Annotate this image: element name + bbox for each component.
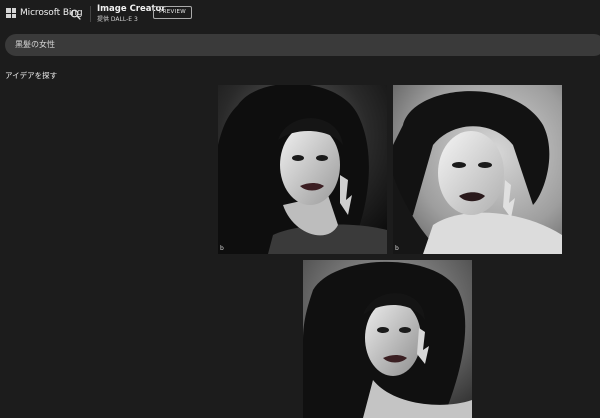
prompt-text: 黒髪の女性 — [15, 40, 55, 49]
microsoft-logo-icon — [6, 8, 16, 18]
header-divider — [90, 6, 91, 22]
portrait-image-3 — [303, 260, 472, 418]
top-header: Microsoft Bing Image Creator 提供 DALL-E 3… — [0, 0, 600, 28]
bing-watermark: b — [220, 245, 224, 252]
generated-image-3[interactable] — [303, 260, 472, 418]
image-creator-page: Microsoft Bing Image Creator 提供 DALL-E 3… — [0, 0, 600, 418]
search-icon — [70, 9, 81, 20]
generated-image-2[interactable]: b — [393, 85, 562, 254]
bing-watermark: b — [395, 245, 399, 252]
search-button[interactable] — [68, 7, 82, 21]
prompt-input[interactable]: 黒髪の女性 — [5, 34, 600, 56]
generated-image-1[interactable]: b — [218, 85, 387, 254]
preview-badge: PREVIEW — [153, 6, 193, 19]
explore-ideas-link[interactable]: アイデアを探す — [5, 70, 57, 81]
portrait-image-2 — [393, 85, 562, 254]
portrait-image-1 — [218, 85, 387, 254]
